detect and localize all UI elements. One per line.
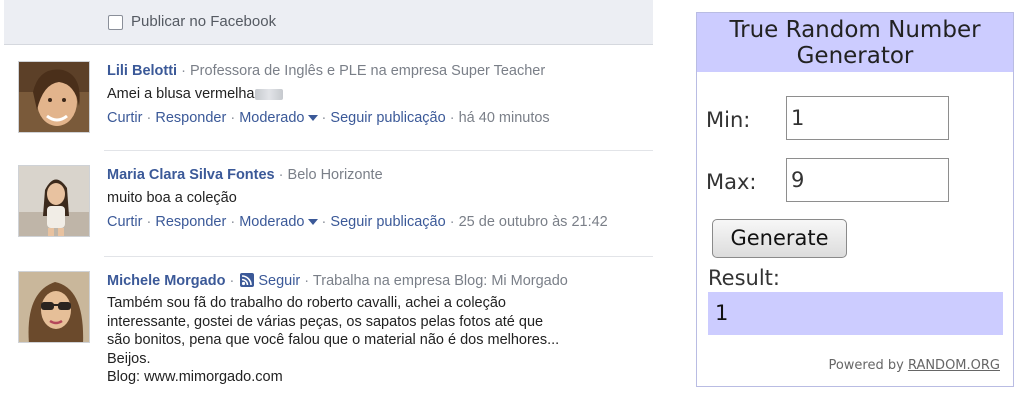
divider bbox=[104, 150, 653, 151]
rss-icon bbox=[240, 273, 255, 287]
reply-link[interactable]: Responder bbox=[155, 110, 226, 126]
follow-post-link[interactable]: Seguir publicação bbox=[330, 110, 445, 126]
publish-facebook-checkbox[interactable] bbox=[108, 15, 123, 30]
commenter-description: Trabalha na empresa Blog: Mi Morgado bbox=[312, 273, 568, 289]
commenter-description: Professora de Inglês e PLE na empresa Su… bbox=[190, 63, 546, 79]
reply-link[interactable]: Responder bbox=[155, 214, 226, 230]
comment-text: Amei a blusa vermelha bbox=[107, 86, 255, 102]
moderated-dropdown[interactable]: Moderado bbox=[239, 214, 318, 230]
commenter-description: Belo Horizonte bbox=[287, 167, 383, 183]
comment-time: 25 de outubro às 21:42 bbox=[458, 213, 608, 230]
max-input[interactable]: 9 bbox=[786, 158, 949, 202]
commenter-name[interactable]: Lili Belotti bbox=[107, 63, 177, 79]
comment-text: Também sou fã do trabalho do roberto cav… bbox=[107, 295, 560, 385]
moderated-dropdown[interactable]: Moderado bbox=[239, 110, 318, 126]
min-label: Min: bbox=[706, 108, 751, 132]
widget-title: True Random Number Generator bbox=[697, 13, 1013, 72]
avatar[interactable] bbox=[18, 165, 90, 237]
follow-button[interactable]: Seguir bbox=[238, 273, 300, 289]
comment-text: muito boa a coleção bbox=[107, 190, 237, 206]
commenter-name[interactable]: Maria Clara Silva Fontes bbox=[107, 167, 275, 183]
comment-time: há 40 minutos bbox=[458, 109, 550, 126]
publish-facebook-label: Publicar no Facebook bbox=[131, 13, 277, 30]
result-value: 1 bbox=[708, 292, 1003, 335]
random-org-link[interactable]: RANDOM.ORG bbox=[908, 358, 1000, 373]
like-link[interactable]: Curtir bbox=[107, 110, 142, 126]
random-number-widget: True Random Number Generator Min: 1 Max:… bbox=[696, 12, 1014, 387]
avatar[interactable] bbox=[18, 271, 90, 343]
result-label: Result: bbox=[708, 266, 780, 290]
blurred-text bbox=[254, 88, 283, 100]
publish-bar: Publicar no Facebook bbox=[4, 0, 653, 45]
min-input[interactable]: 1 bbox=[786, 96, 949, 140]
divider bbox=[104, 256, 653, 257]
follow-post-link[interactable]: Seguir publicação bbox=[330, 214, 445, 230]
like-link[interactable]: Curtir bbox=[107, 214, 142, 230]
commenter-name[interactable]: Michele Morgado bbox=[107, 273, 225, 289]
powered-by: Powered by RANDOM.ORG bbox=[828, 358, 1000, 373]
generate-button[interactable]: Generate bbox=[712, 219, 847, 258]
avatar[interactable] bbox=[18, 61, 90, 133]
chevron-down-icon bbox=[307, 218, 318, 225]
max-label: Max: bbox=[706, 170, 757, 194]
chevron-down-icon bbox=[307, 114, 318, 121]
